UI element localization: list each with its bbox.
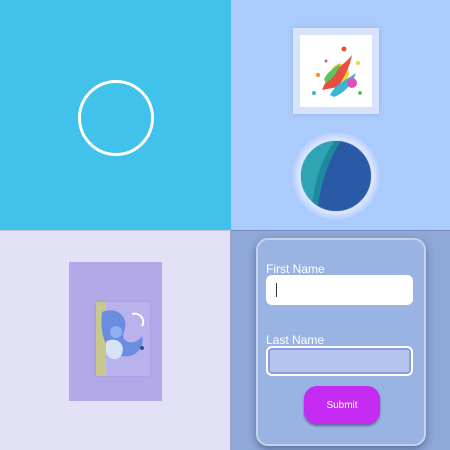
- swirl-art-image: [96, 302, 150, 376]
- name-form-card: First Name Last Name Submit: [256, 238, 426, 446]
- globe-icon: [300, 140, 372, 212]
- circle-outline-icon: [78, 80, 154, 156]
- splash-art-image: [300, 35, 372, 107]
- first-name-input[interactable]: [266, 275, 413, 305]
- submit-button[interactable]: Submit: [304, 386, 380, 424]
- first-name-label: First Name: [266, 262, 325, 276]
- text-caret: [276, 283, 277, 297]
- last-name-label: Last Name: [266, 333, 325, 347]
- globe-glow: [292, 132, 380, 220]
- poster-card: [69, 262, 162, 401]
- top-left-panel: [0, 0, 231, 230]
- splash-art-frame: [293, 28, 379, 114]
- top-right-panel: [231, 0, 450, 230]
- last-name-input[interactable]: [266, 346, 413, 376]
- bottom-right-panel: First Name Last Name Submit: [231, 230, 450, 450]
- bottom-left-panel: [0, 230, 231, 450]
